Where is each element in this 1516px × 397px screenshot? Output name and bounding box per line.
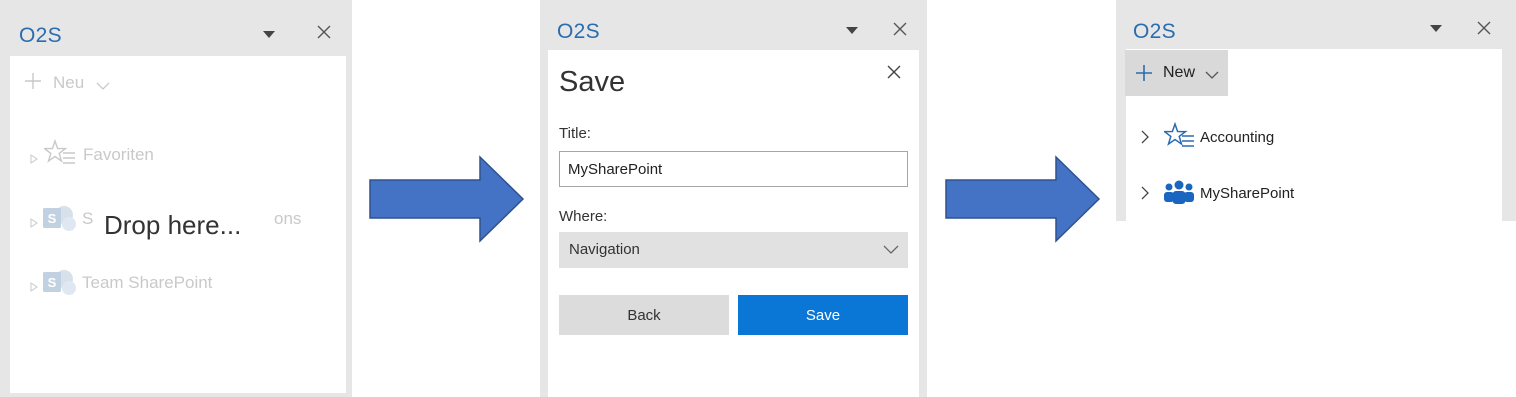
flow-arrow-right-icon [368,155,526,248]
tree-item-label: MySharePoint [1200,185,1295,202]
where-field-label: Where: [559,208,608,225]
ghost-expand-icon [30,149,38,169]
save-button[interactable]: Save [738,295,908,335]
pane-menu-dropdown-icon[interactable] [263,31,275,38]
dialog-close-icon[interactable] [886,64,902,80]
pane-title: O2S [557,20,600,43]
back-button[interactable]: Back [559,295,729,335]
tree-item-label: Accounting [1200,129,1275,146]
ghost-chevron-down-icon [96,76,110,96]
pane-title: O2S [19,24,62,47]
chevron-right-icon[interactable] [1140,129,1150,150]
chevron-right-icon[interactable] [1140,185,1150,206]
drop-here-text: Drop here... [104,210,242,240]
plus-icon [1135,64,1153,87]
close-icon[interactable] [1476,20,1492,36]
ghost-plus-icon [24,72,42,95]
ghost-sharepoint-icon: S [42,267,76,302]
chevron-down-icon [882,240,900,262]
ghost-new-label: Neu [53,73,85,92]
ghost-expand-icon [30,277,38,297]
tree-item-accounting[interactable]: Accounting [1136,121,1336,152]
people-group-icon [1162,180,1196,211]
ghost-expand-icon [30,213,38,233]
pane-menu-dropdown-icon[interactable] [1430,25,1442,32]
title-field[interactable] [559,151,908,187]
svg-text:S: S [48,211,57,226]
ghost-sharepoint-icon: S [42,203,76,238]
pane-menu-dropdown-icon[interactable] [846,27,858,34]
close-icon[interactable] [892,21,908,37]
tree-item-mysharepoint[interactable]: MySharePoint [1136,178,1336,208]
close-icon[interactable] [316,24,332,40]
ghost-favorites-label: Favoriten [83,145,154,164]
ghost-site-label-start: S [82,209,94,228]
ghost-favorites-icon [42,138,76,174]
dialog-title: Save [559,66,626,98]
new-button-label: New [1163,64,1196,81]
svg-text:S: S [48,275,57,290]
where-select[interactable]: Navigation [559,232,908,268]
where-select-value: Navigation [569,241,640,258]
pane-title: O2S [1133,20,1176,43]
o2s-pane-drop [0,0,352,397]
flow-arrow-right-icon [944,155,1102,248]
ghost-team-sharepoint-label: Team SharePoint [82,273,213,292]
favorites-star-list-icon [1162,121,1196,157]
chevron-down-icon [1205,67,1219,85]
new-button[interactable]: New [1125,50,1228,96]
o2s-pane-save [540,0,927,397]
title-field-label: Title: [559,125,591,142]
ghost-site-label-end: ons [274,209,302,228]
